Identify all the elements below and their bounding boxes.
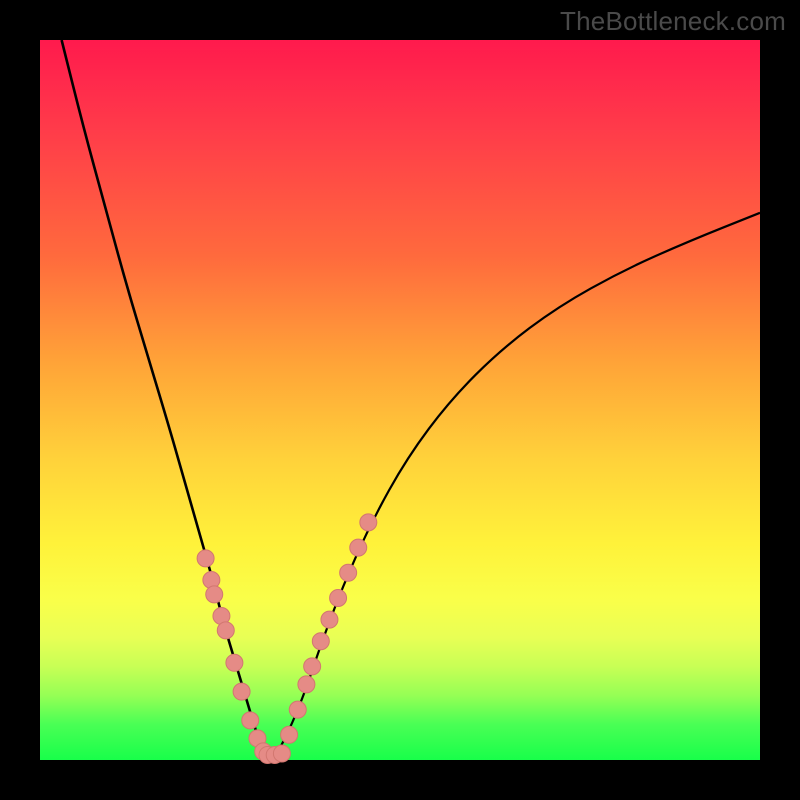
curve-group bbox=[62, 40, 760, 753]
outer-frame: TheBottleneck.com bbox=[0, 0, 800, 800]
data-marker bbox=[360, 514, 377, 531]
watermark-text: TheBottleneck.com bbox=[560, 6, 786, 37]
data-marker bbox=[340, 564, 357, 581]
markers-group bbox=[197, 514, 377, 764]
data-marker bbox=[217, 622, 234, 639]
data-marker bbox=[350, 539, 367, 556]
data-marker bbox=[304, 658, 321, 675]
data-marker bbox=[242, 712, 259, 729]
data-marker bbox=[298, 676, 315, 693]
data-marker bbox=[281, 726, 298, 743]
data-marker bbox=[226, 654, 243, 671]
data-marker bbox=[312, 633, 329, 650]
curve-right-branch bbox=[278, 213, 760, 753]
data-marker bbox=[273, 745, 290, 762]
data-marker bbox=[289, 701, 306, 718]
chart-svg bbox=[40, 40, 760, 760]
data-marker bbox=[206, 586, 223, 603]
data-marker bbox=[321, 611, 338, 628]
curve-left-branch bbox=[62, 40, 264, 753]
data-marker bbox=[197, 550, 214, 567]
data-marker bbox=[233, 683, 250, 700]
data-marker bbox=[330, 590, 347, 607]
